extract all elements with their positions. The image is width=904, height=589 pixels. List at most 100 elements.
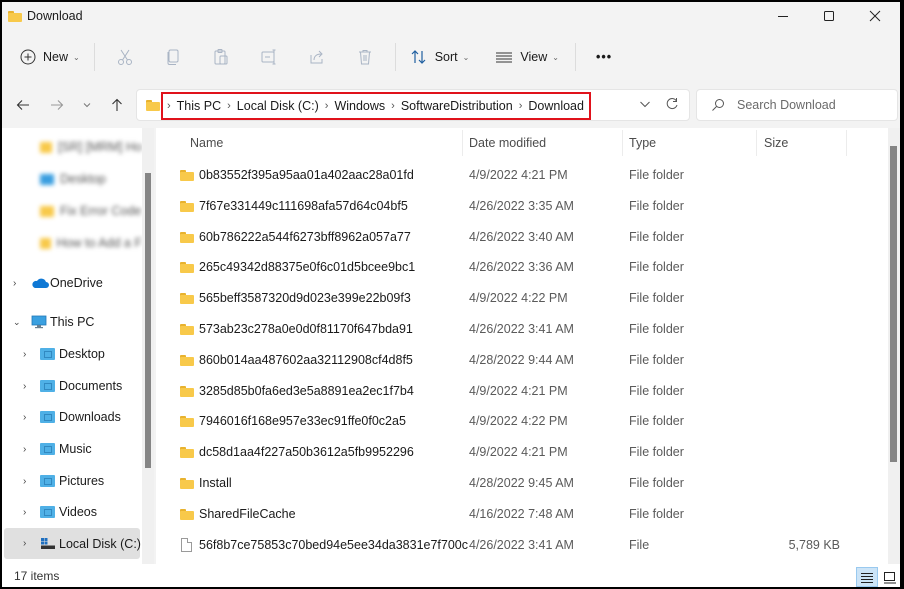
file-date-modified: 4/26/2022 3:35 AM [469, 198, 574, 213]
maximize-icon [824, 11, 834, 21]
breadcrumb-download[interactable]: Download [528, 99, 584, 113]
details-view-button[interactable] [856, 567, 878, 587]
new-button[interactable]: New ⌄ [12, 41, 88, 73]
scissors-icon [117, 49, 132, 65]
column-header-label: Date modified [469, 136, 547, 150]
file-row[interactable]: 265c49342d88375e0f6c01d5bcee9bc1 4/26/202… [156, 252, 856, 283]
chevron-right-icon[interactable]: › [23, 476, 26, 487]
computer-icon [31, 315, 47, 329]
breadcrumb-this-pc[interactable]: This PC [177, 99, 221, 113]
search-box[interactable] [696, 89, 898, 121]
sidebar-item-onedrive[interactable]: › OneDrive [2, 268, 142, 298]
file-row[interactable]: 60b786222a544f6273bff8962a057a77 4/26/202… [156, 222, 856, 253]
chevron-right-icon[interactable]: › [13, 278, 16, 289]
breadcrumb-softwaredistribution[interactable]: SoftwareDistribution [401, 99, 513, 113]
share-button[interactable] [293, 41, 341, 73]
view-button[interactable]: View ⌄ [487, 41, 567, 73]
column-divider[interactable] [622, 130, 623, 156]
sidebar-label: Documents [59, 379, 123, 393]
file-row[interactable]: dc58d1aa4f227a50b3612a5fb9952296 4/9/2022… [156, 437, 856, 468]
recent-locations-button[interactable] [74, 91, 100, 119]
chevron-right-icon[interactable]: › [325, 100, 329, 112]
file-row[interactable]: 565beff3587320d9d023e399e22b09f3 4/9/2022… [156, 283, 856, 314]
quick-access-label: [SR] [MRM] Ho [57, 140, 142, 154]
back-button[interactable] [10, 91, 36, 119]
file-row[interactable]: 3285d85b0fa6ed3e5a8891ea2ec1f7b4 4/9/2022… [156, 376, 856, 407]
file-type: File folder [629, 198, 684, 213]
chevron-right-icon[interactable]: › [519, 100, 523, 112]
sidebar-item-downloads[interactable]: › Downloads [2, 402, 142, 432]
sidebar-item-pictures[interactable]: › Pictures [2, 466, 142, 496]
quick-access-label: Desktop [60, 172, 106, 186]
up-button[interactable] [104, 91, 130, 119]
address-history-button[interactable] [639, 98, 651, 112]
more-options-button[interactable]: ••• [588, 41, 620, 73]
quick-access-item[interactable]: Desktop [2, 164, 142, 194]
rename-button[interactable] [245, 41, 293, 73]
chevron-right-icon[interactable]: › [23, 412, 26, 423]
chevron-right-icon[interactable]: › [23, 381, 26, 392]
column-divider[interactable] [756, 130, 757, 156]
file-row[interactable]: 7946016f168e957e33ec91ffe0f0c2a5 4/9/2022… [156, 406, 856, 437]
sidebar-item-local-disk[interactable]: › Local Disk (C:) [4, 528, 141, 559]
column-header-size[interactable]: Size [764, 128, 788, 158]
sort-button[interactable]: Sort ⌄ [402, 41, 478, 73]
file-row[interactable]: Install 4/28/2022 9:45 AM File folder [156, 468, 856, 499]
chevron-right-icon[interactable]: › [23, 538, 26, 549]
file-size: 5,789 KB [788, 537, 840, 552]
quick-access-item[interactable]: Fix Error Code [2, 196, 142, 226]
chevron-right-icon[interactable]: › [23, 349, 26, 360]
details-view-icon [861, 572, 873, 583]
file-row[interactable]: 7f67e331449c111698afa57d64c04bf5 4/26/202… [156, 191, 856, 222]
forward-button[interactable] [44, 91, 70, 119]
sidebar-scrollbar-thumb[interactable] [145, 173, 151, 468]
sidebar-item-music[interactable]: › Music [2, 434, 142, 464]
chevron-right-icon[interactable]: › [23, 444, 26, 455]
column-header-type[interactable]: Type [629, 128, 656, 158]
sort-arrows-icon [411, 50, 426, 64]
breadcrumb-local-disk[interactable]: Local Disk (C:) [237, 99, 319, 113]
quick-access-item[interactable]: How to Add a F [2, 228, 142, 258]
file-name: 860b014aa487602aa32112908cf4d8f5 [199, 352, 413, 367]
file-row[interactable]: 573ab23c278a0e0d0f81170f647bda91 4/26/202… [156, 314, 856, 345]
address-bar[interactable]: › This PC › Local Disk (C:) › Windows › … [136, 89, 690, 121]
file-list-scrollbar-thumb[interactable] [890, 146, 897, 462]
column-divider[interactable] [846, 130, 847, 156]
file-list: ⌃ Name Date modified Type Size 0b83552f3… [156, 128, 900, 564]
chevron-right-icon[interactable]: › [227, 100, 231, 112]
file-row[interactable]: 0b83552f395a95aa01a402aac28a01fd 4/9/2022… [156, 160, 856, 191]
maximize-button[interactable] [806, 2, 852, 30]
chevron-down-icon [640, 101, 650, 108]
close-button[interactable] [852, 2, 898, 30]
minimize-button[interactable] [760, 2, 806, 30]
sidebar-item-documents[interactable]: › Documents [2, 371, 142, 401]
delete-button[interactable] [341, 41, 389, 73]
file-row[interactable]: SharedFileCache 4/16/2022 7:48 AM File fol… [156, 499, 856, 530]
chevron-right-icon[interactable]: › [167, 100, 171, 112]
chevron-right-icon[interactable]: › [23, 507, 26, 518]
file-row[interactable]: 860b014aa487602aa32112908cf4d8f5 4/28/202… [156, 345, 856, 376]
breadcrumb-windows[interactable]: Windows [334, 99, 385, 113]
chevron-down-icon[interactable]: ⌄ [13, 317, 21, 328]
folder-icon [180, 324, 194, 335]
chevron-right-icon[interactable]: › [391, 100, 395, 112]
copy-button[interactable] [149, 41, 197, 73]
quick-access-item[interactable]: [SR] [MRM] Ho [2, 132, 142, 162]
column-header-name[interactable]: Name [190, 128, 223, 158]
paste-button[interactable] [197, 41, 245, 73]
column-header-date[interactable]: Date modified [469, 128, 546, 158]
column-divider[interactable] [462, 130, 463, 156]
refresh-button[interactable] [665, 97, 679, 114]
sort-label: Sort [434, 50, 458, 64]
sidebar-item-desktop[interactable]: › Desktop [2, 339, 142, 369]
tiles-view-button[interactable] [880, 567, 900, 587]
file-row[interactable]: 56f8b7ce75853c70bed94e5ee34da3831e7f700c… [156, 530, 856, 561]
copy-icon [167, 49, 179, 65]
cut-button[interactable] [101, 41, 149, 73]
search-input[interactable] [737, 98, 887, 112]
sidebar-label: This PC [50, 315, 95, 329]
folder-icon [40, 141, 52, 153]
sidebar-item-videos[interactable]: › Videos [2, 497, 142, 527]
sidebar-item-this-pc[interactable]: ⌄ This PC [2, 307, 142, 337]
file-date-modified: 4/9/2022 4:21 PM [469, 445, 568, 460]
